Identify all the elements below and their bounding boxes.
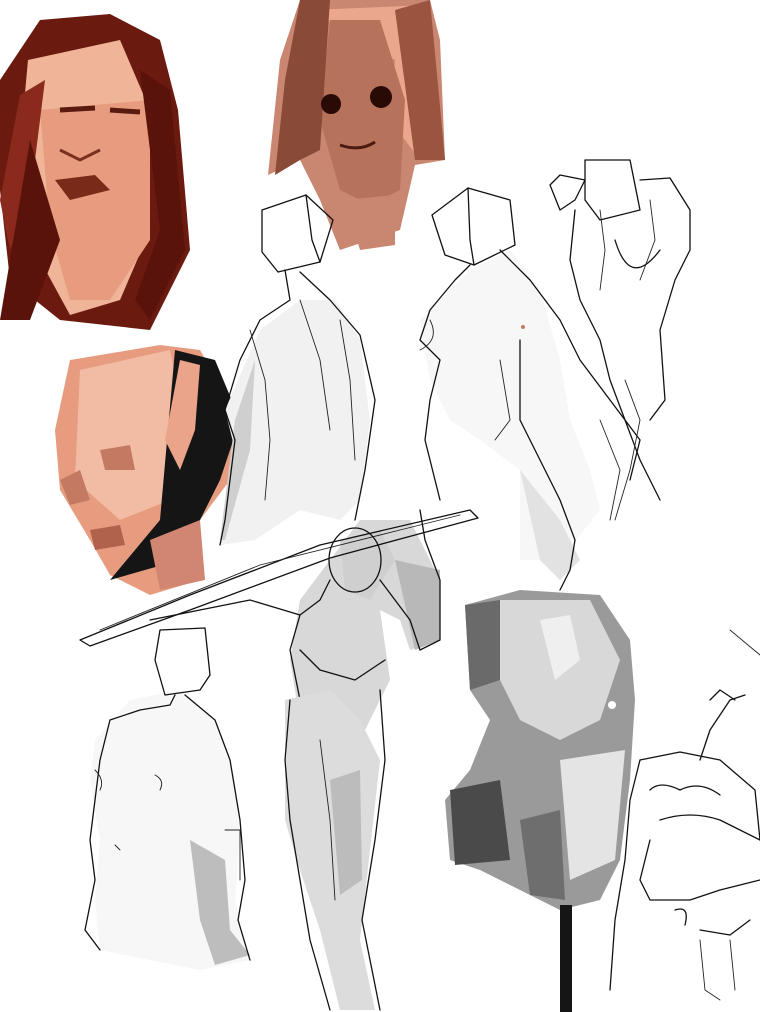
sketch-canvas (0, 0, 760, 1012)
red-haired-woman-head (0, 14, 190, 330)
